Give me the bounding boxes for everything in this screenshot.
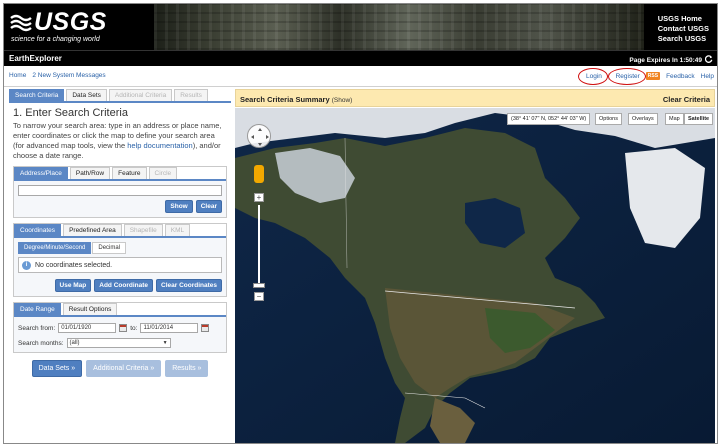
coordinates-box-body: Degree/Minute/Second Decimal i No coordi… [14, 236, 226, 296]
clear-button[interactable]: Clear [195, 200, 222, 213]
show-button[interactable]: Show [165, 200, 193, 213]
date-box-body: Search from: 01/01/1920 to: 11/01/2014 S… [14, 315, 226, 352]
map-view-button[interactable]: Map [665, 113, 684, 125]
help-documentation-link[interactable]: help documentation [127, 141, 192, 150]
results-button[interactable]: Results » [165, 360, 209, 377]
home-link[interactable]: Home [9, 72, 26, 79]
tab-predefined-area[interactable]: Predefined Area [63, 224, 122, 236]
no-coordinates-text: No coordinates selected. [35, 261, 113, 269]
tab-address-place[interactable]: Address/Place [14, 167, 68, 179]
satellite-view-button[interactable]: Satellite [684, 113, 714, 125]
summary-title-text: Search Criteria Summary [240, 95, 330, 104]
search-criteria-body: 1. Enter Search Criteria To narrow your … [9, 101, 231, 381]
step-title: 1. Enter Search Criteria [13, 107, 128, 119]
date-to-input[interactable]: 11/01/2014 [140, 323, 199, 333]
tab-data-sets[interactable]: Data Sets [66, 89, 107, 101]
coordinate-readout: (38° 41' 07" N, 052° 44' 03" W) [507, 113, 591, 125]
expires-label: Page Expires In 1:50:49 [629, 56, 702, 64]
app-title: EarthExplorer [9, 54, 62, 63]
address-tabs: Address/Place Path/Row Feature Circle [14, 167, 226, 179]
tab-path-row[interactable]: Path/Row [69, 167, 111, 179]
zoom-slider-thumb[interactable] [253, 283, 265, 288]
address-input[interactable] [18, 185, 222, 196]
usgs-logo[interactable]: USGS science for a changing world [10, 10, 107, 43]
to-label: to: [130, 324, 138, 332]
tab-degree-minute-second[interactable]: Degree/Minute/Second [18, 242, 92, 254]
main-tabs: Search Criteria Data Sets Additional Cri… [9, 89, 231, 101]
clear-criteria-link[interactable]: Clear Criteria [663, 95, 710, 104]
session-expiry: Page Expires In 1:50:49 [629, 55, 713, 65]
search-panel: Search Criteria Data Sets Additional Cri… [9, 89, 231, 441]
tab-results[interactable]: Results [174, 89, 208, 101]
search-months-label: Search months: [18, 339, 64, 347]
pan-control[interactable] [247, 124, 271, 148]
search-from-label: Search from: [18, 324, 56, 332]
date-tabs: Date Range Result Options [14, 303, 226, 315]
summary-title: Search Criteria Summary (Show) [240, 95, 352, 104]
header-links: USGS Home Contact USGS Search USGS [658, 14, 709, 44]
months-select[interactable]: (all) ▼ [66, 338, 171, 348]
no-coordinates-notice: i No coordinates selected. [18, 257, 222, 273]
login-link[interactable]: Login [578, 67, 608, 85]
calendar-icon[interactable] [119, 324, 128, 332]
date-from-input[interactable]: 01/01/1920 [58, 323, 117, 333]
zoom-in-button[interactable]: + [254, 193, 264, 202]
header-banner: USGS science for a changing world USGS H… [4, 4, 717, 50]
info-icon: i [22, 260, 31, 270]
clear-coordinates-button[interactable]: Clear Coordinates [156, 279, 222, 292]
tab-coordinates[interactable]: Coordinates [14, 224, 62, 236]
intro-text: To narrow your search area: type in an a… [13, 121, 227, 161]
add-coordinate-button[interactable]: Add Coordinate [94, 279, 153, 292]
usgs-logo-text: USGS [34, 8, 107, 36]
search-criteria-summary-bar: Search Criteria Summary (Show) Clear Cri… [235, 89, 715, 107]
usgs-home-link[interactable]: USGS Home [658, 14, 709, 24]
usgs-wave-icon [10, 13, 32, 33]
map-panel: Search Criteria Summary (Show) Clear Cri… [235, 89, 715, 443]
zoom-slider-track[interactable] [258, 205, 260, 283]
options-button[interactable]: Options [595, 113, 622, 125]
data-sets-button[interactable]: Data Sets » [31, 360, 83, 377]
refresh-icon[interactable] [704, 55, 713, 65]
title-bar: EarthExplorer Page Expires In 1:50:49 [4, 50, 717, 66]
tab-result-options[interactable]: Result Options [62, 303, 118, 315]
address-box-body: Show Clear [14, 179, 226, 217]
register-link[interactable]: Register [607, 67, 647, 85]
tab-feature[interactable]: Feature [112, 167, 147, 179]
tab-shapefile[interactable]: Shapefile [123, 224, 163, 236]
pan-arrows-icon [251, 128, 269, 146]
calendar-icon[interactable] [201, 324, 210, 332]
chevron-down-icon: ▼ [162, 340, 168, 346]
summary-show-link[interactable]: (Show) [332, 97, 353, 104]
app-window: USGS science for a changing world USGS H… [3, 3, 718, 444]
nav-bar: Home 2 New System Messages Login | Regis… [4, 66, 717, 87]
satellite-map[interactable]: (38° 41' 07" N, 052° 44' 03" W) Options … [235, 108, 715, 443]
additional-criteria-button[interactable]: Additional Criteria » [86, 360, 162, 377]
system-messages-link[interactable]: 2 New System Messages [32, 72, 105, 79]
zoom-out-button[interactable]: − [254, 292, 264, 301]
tab-search-criteria[interactable]: Search Criteria [9, 89, 65, 101]
tab-additional-criteria[interactable]: Additional Criteria [108, 89, 173, 101]
banner-aerial-photo [154, 4, 644, 50]
overlays-button[interactable]: Overlays [628, 113, 658, 125]
search-usgs-link[interactable]: Search USGS [658, 34, 709, 44]
map-imagery [235, 108, 715, 443]
tab-decimal[interactable]: Decimal [92, 242, 127, 254]
tab-date-range[interactable]: Date Range [14, 303, 61, 315]
rss-icon[interactable]: RSS [645, 72, 661, 80]
feedback-link[interactable]: Feedback [666, 73, 695, 80]
contact-usgs-link[interactable]: Contact USGS [658, 24, 709, 34]
coordinates-tabs: Coordinates Predefined Area Shapefile KM… [14, 224, 226, 236]
address-box: Address/Place Path/Row Feature Circle Sh… [13, 166, 227, 218]
help-link[interactable]: Help [701, 73, 714, 80]
street-view-pegman-icon[interactable] [254, 165, 264, 183]
months-select-value: (all) [69, 340, 80, 346]
tab-circle[interactable]: Circle [148, 167, 178, 179]
date-range-box: Date Range Result Options Search from: 0… [13, 302, 227, 353]
coordinates-box: Coordinates Predefined Area Shapefile KM… [13, 223, 227, 297]
step-navigation: Data Sets » Additional Criteria » Result… [13, 360, 227, 377]
tab-kml[interactable]: KML [164, 224, 191, 236]
usgs-tagline: science for a changing world [11, 36, 100, 43]
use-map-button[interactable]: Use Map [54, 279, 92, 292]
